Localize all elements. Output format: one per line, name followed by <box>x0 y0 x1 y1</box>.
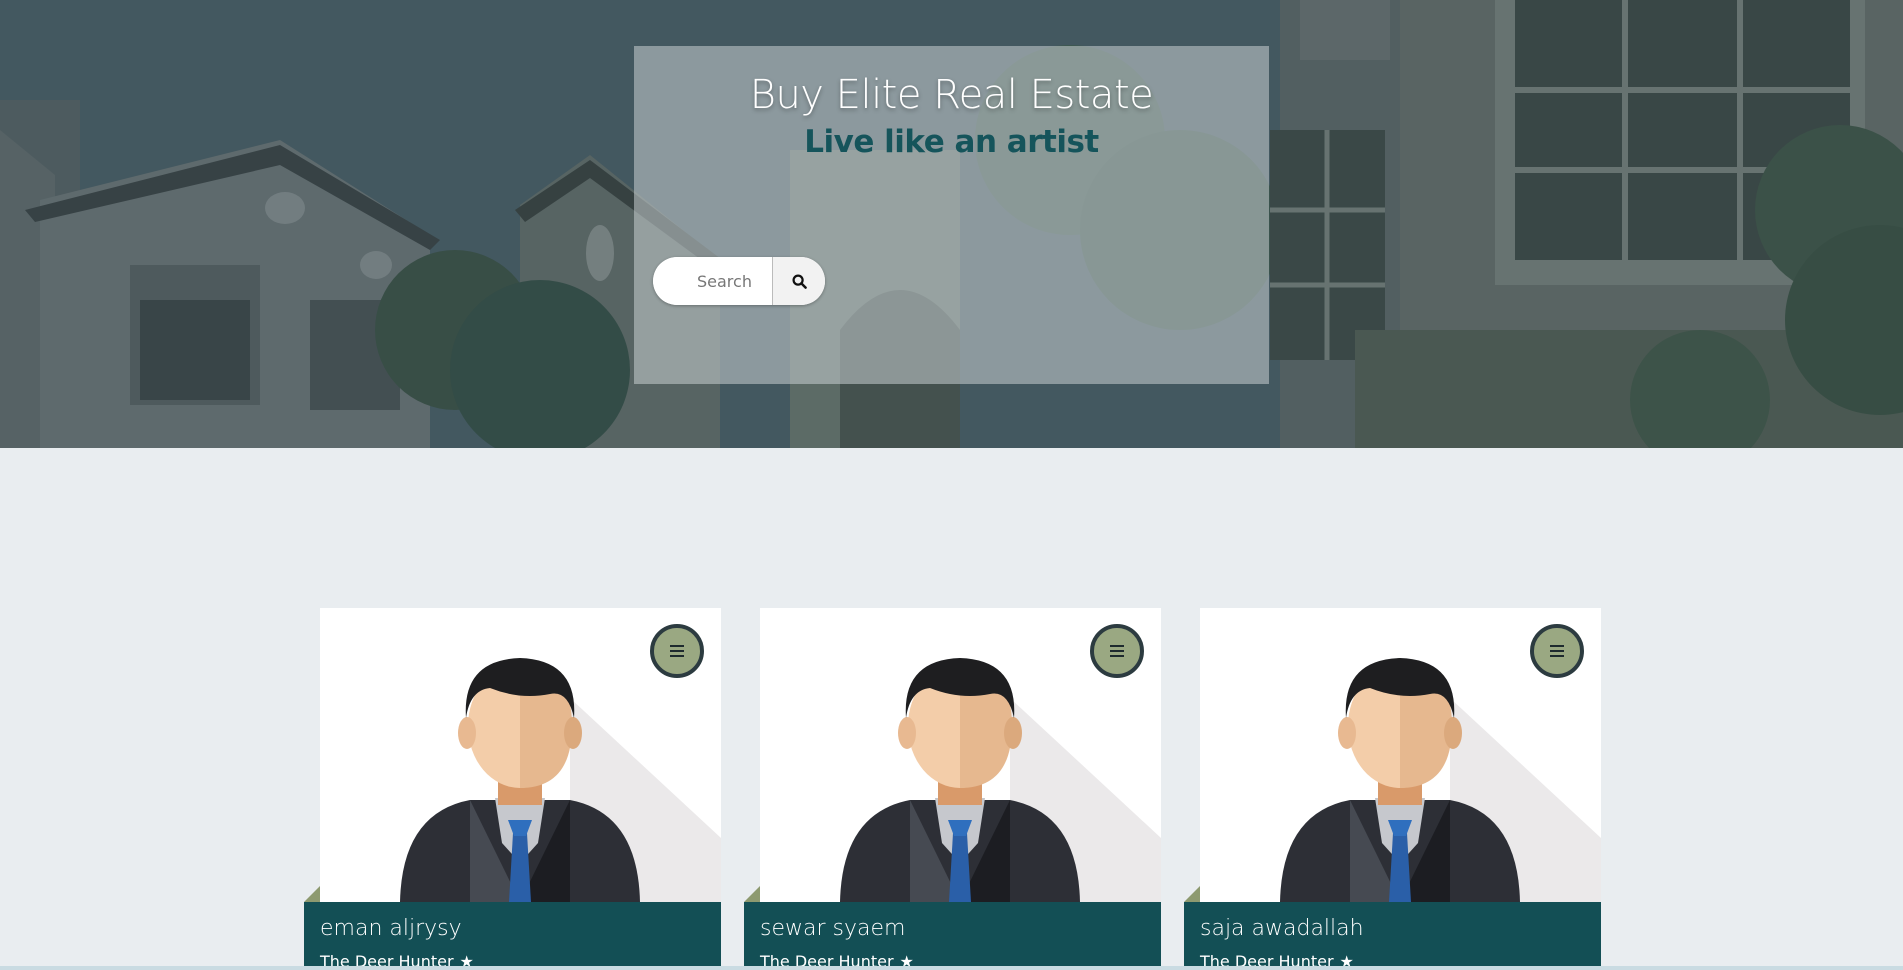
hero-panel: Buy Elite Real Estate Live like an artis… <box>634 46 1269 384</box>
search-input[interactable] <box>653 257 772 305</box>
card-menu-button[interactable] <box>650 624 704 678</box>
agent-name[interactable]: saja awadallah <box>1200 916 1364 941</box>
card-ribbon-corner <box>1184 886 1200 902</box>
search-icon <box>791 273 807 289</box>
hero-subtitle: Live like an artist <box>804 124 1099 160</box>
hamburger-icon <box>1550 645 1564 657</box>
agent-avatar <box>1200 608 1601 902</box>
card-footer: sewar syaem The Deer Hunter ★ <box>744 902 1161 970</box>
hero-banner: Buy Elite Real Estate Live like an artis… <box>0 0 1903 448</box>
card-footer: eman aljrysy The Deer Hunter ★ <box>304 902 721 970</box>
card-ribbon-corner <box>304 886 320 902</box>
agent-card: saja awadallah The Deer Hunter ★ <box>1184 608 1601 970</box>
search-button[interactable] <box>772 257 825 305</box>
agent-name[interactable]: eman aljrysy <box>320 916 462 941</box>
card-menu-button[interactable] <box>1530 624 1584 678</box>
card-footer: saja awadallah The Deer Hunter ★ <box>1184 902 1601 970</box>
hamburger-icon <box>1110 645 1124 657</box>
agent-name[interactable]: sewar syaem <box>760 916 905 941</box>
card-menu-button[interactable] <box>1090 624 1144 678</box>
hamburger-icon <box>670 645 684 657</box>
card-ribbon-corner <box>744 886 760 902</box>
agent-card: eman aljrysy The Deer Hunter ★ <box>304 608 721 970</box>
agent-avatar <box>760 608 1161 902</box>
page-bottom-border <box>0 966 1903 970</box>
agent-card: sewar syaem The Deer Hunter ★ <box>744 608 1161 970</box>
search-bar <box>653 257 825 305</box>
agent-avatar <box>320 608 721 902</box>
hero-title: Buy Elite Real Estate <box>749 72 1154 118</box>
